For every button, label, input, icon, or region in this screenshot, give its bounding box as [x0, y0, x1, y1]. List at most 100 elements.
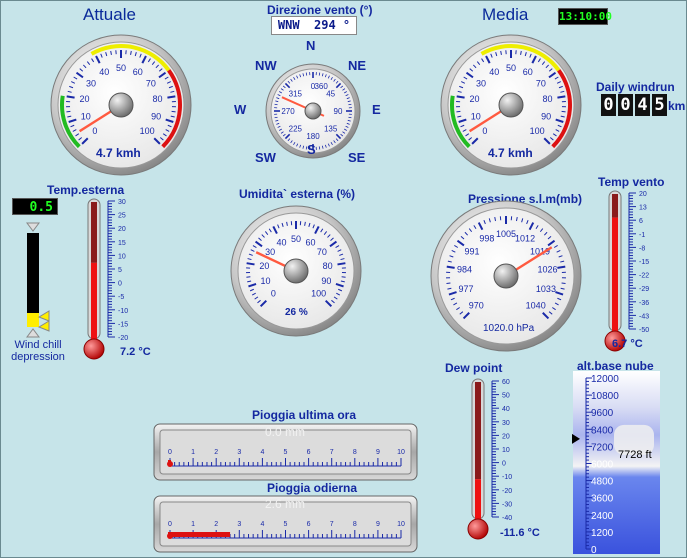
instrument-canvas: 010203040 50 60708090100 010203040 50 6070809… — [50, 34, 654, 556]
humidity-dial-minor-tick — [341, 276, 346, 278]
compass-nw: NW — [255, 58, 277, 73]
temp-wind-readout: 6.7 °C — [612, 338, 643, 350]
average-wind-dial-tick-label: 10 — [471, 111, 481, 121]
current-wind-dial-tick-label: 90 — [151, 111, 161, 121]
temp-wind-thermometer-tube-empty — [612, 194, 618, 218]
humidity-dial-tick-label: 30 — [265, 247, 275, 257]
rain-hour-bar-tick-label: 6 — [307, 449, 311, 456]
rain-hour-readout: 0.0 mm — [265, 425, 306, 439]
pressure-dial-minor-tick — [446, 282, 451, 285]
temp-wind-thermometer-tick-label: 13 — [639, 205, 647, 212]
current-wind-dial-minor-tick — [66, 110, 71, 113]
average-wind-dial-tick-label: 80 — [543, 94, 553, 104]
wind-direction-dial-minor-tick — [348, 116, 352, 119]
rain-hour-bar-tick-label: 3 — [237, 449, 241, 456]
rain-hour-bar-tick-label: 5 — [284, 449, 288, 456]
dial-layer: 010203040 50 60708090100 010203040 50 6070809… — [50, 34, 582, 352]
wind-direction-dial-hub — [304, 102, 322, 120]
rain-hour-bar-tick-label: 10 — [397, 449, 405, 456]
cloud-base-readout: 7728 ft — [618, 449, 652, 461]
wind-direction-dial-tick-label: 135 — [324, 125, 338, 134]
cloud-base-tick-label: 4800 — [591, 477, 614, 488]
humidity-dial-tick-label: 100 — [311, 289, 326, 299]
temp-external-thermometer-tick-label: -10 — [118, 308, 128, 315]
compass-sw: SW — [255, 150, 276, 165]
wind-direction-dial-tick-label: 315 — [289, 89, 303, 98]
average-wind-dial-tick-label: 50 — [506, 63, 516, 73]
dew-point-thermometer-tick-label: 30 — [502, 420, 510, 427]
wind-direction-dial-tick-label: 225 — [289, 125, 303, 134]
wind-direction-dial-minor-tick — [274, 116, 278, 119]
pressure-dial-tick-label: 984 — [457, 264, 472, 274]
rain-today-bar-tick-label: 7 — [330, 521, 334, 528]
current-wind-dial-tick-label: 30 — [86, 78, 96, 88]
humidity-dial-tick-label: 70 — [317, 247, 327, 257]
rain-hour-bar-tick-label: 4 — [260, 449, 264, 456]
temp-wind-thermometer-mercury — [612, 217, 618, 335]
dew-point-thermometer-tick-label: 10 — [502, 447, 510, 454]
dew-point-thermometer-tick-label: 50 — [502, 393, 510, 400]
humidity-dial-tick-label: 50 — [291, 234, 301, 244]
rain-hour-bar-tick-label: 2 — [214, 449, 218, 456]
current-wind-dial-major-tick — [66, 95, 75, 99]
rain-hour-bar-bulb — [167, 461, 173, 467]
wind-direction-dial-minor-tick — [348, 103, 352, 106]
temp-external-thermometer-tick-label: 25 — [118, 213, 126, 220]
humidity-dial-hub — [283, 258, 309, 284]
temp-wind-thermometer-tick-label: 6 — [639, 218, 643, 225]
temp-external-thermometer-tick-label: 0 — [118, 281, 122, 288]
temp-external-thermometer-tick-label: 30 — [118, 199, 126, 206]
rain-today-bar-tick-label: 5 — [284, 521, 288, 528]
rain-today-bar-tick-label: 3 — [237, 521, 241, 528]
average-wind-dial-major-tick — [456, 95, 465, 99]
rain-today-bar-tick-label: 0 — [168, 521, 172, 528]
humidity-dial-major-tick — [337, 262, 346, 266]
pressure-readout: 1020.0 hPa — [483, 323, 535, 334]
rain-hour-bar-tick-label: 8 — [353, 449, 357, 456]
pressure-dial-tick-label: 1040 — [526, 301, 546, 311]
dew-point-thermometer-mercury — [475, 479, 481, 523]
cloud-base-tick-label: 2400 — [591, 511, 614, 522]
compass-se: SE — [348, 150, 366, 165]
pressure-dial-tick-label: 998 — [479, 234, 494, 244]
compass-n: N — [306, 38, 316, 53]
average-wind-readout: 4.7 kmh — [488, 146, 533, 160]
dew-point-thermometer-tick-label: 20 — [502, 433, 510, 440]
dew-point-thermometer-tube-empty — [475, 382, 481, 480]
current-wind-dial-major-tick — [167, 95, 176, 99]
compass-s: S — [307, 142, 316, 157]
pressure-dial-tick-label: 991 — [465, 246, 480, 256]
cloud-base-tick-label: 1200 — [591, 528, 614, 539]
humidity-dial-tick-label: 90 — [321, 276, 331, 286]
temp-external-thermometer-tick-label: 15 — [118, 240, 126, 247]
wind-direction-dial-minor-tick — [305, 72, 308, 76]
current-wind-dial-tick-label: 100 — [140, 126, 155, 136]
pressure-dial-tick-label: 970 — [469, 301, 484, 311]
temp-wind-thermometer: 20 13 6 -1 -8 -15 -22 -29 -36 -43 -50 — [604, 190, 649, 352]
temp-external-thermometer-mercury — [91, 262, 97, 343]
dew-point-thermometer-tick-label: -10 — [502, 474, 512, 481]
temp-wind-thermometer-tick-label: -50 — [639, 327, 649, 334]
rain-today-bar-tick-label: 6 — [307, 521, 311, 528]
rain-today-bar-tick-label: 8 — [353, 521, 357, 528]
temp-external-thermometer-tick-label: 20 — [118, 226, 126, 233]
rain-today-bar-fill — [168, 532, 231, 537]
average-wind-dial-major-tick — [557, 95, 566, 99]
average-wind-dial-hub — [498, 92, 524, 118]
temp-wind-thermometer-tick-label: -43 — [639, 313, 649, 320]
compass-w: W — [234, 102, 247, 117]
rain-today-bar-tick-label: 4 — [260, 521, 264, 528]
wind-direction-dial-minor-tick — [318, 146, 321, 150]
rain-hour-bar-tick-label: 1 — [191, 449, 195, 456]
humidity-dial-tick-label: 80 — [323, 261, 333, 271]
pressure-dial-major-tick — [446, 265, 455, 269]
rain-today-bar-tick-label: 9 — [376, 521, 380, 528]
temp-wind-thermometer-tick-label: -36 — [639, 300, 649, 307]
cloud-base-tick-label: 6000 — [591, 460, 614, 471]
current-wind-dial-tick-label: 0 — [92, 126, 97, 136]
humidity-dial-tick-label: 0 — [271, 289, 276, 299]
temp-external-thermometer-tick-label: 10 — [118, 253, 126, 260]
current-wind-dial-tick-label: 40 — [99, 67, 109, 77]
wind-direction-dial-tick-label: 180 — [306, 132, 320, 141]
rain-hour-bar-tick-label: 7 — [330, 449, 334, 456]
